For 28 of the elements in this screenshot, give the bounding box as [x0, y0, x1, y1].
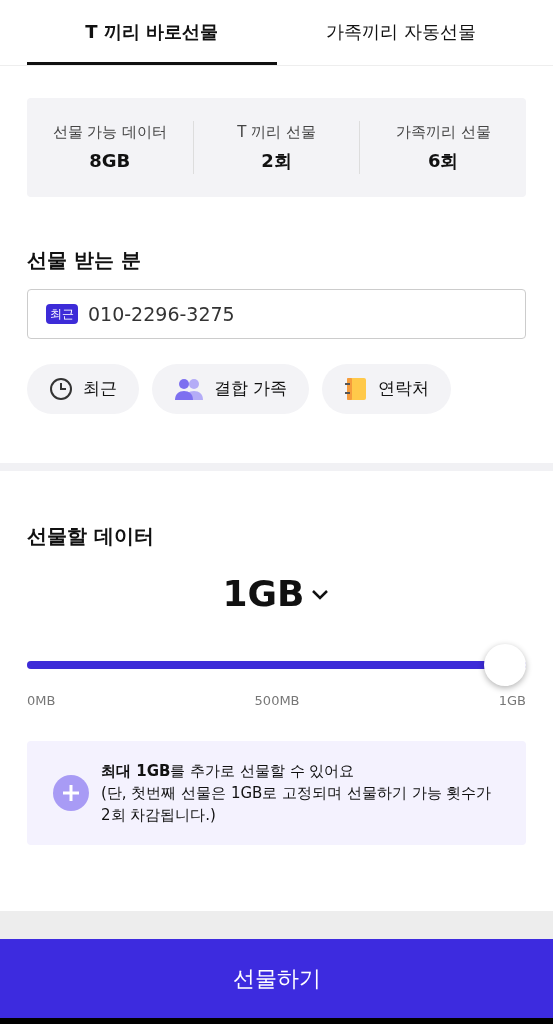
- quick-select-button[interactable]: 결합 가족: [152, 364, 310, 414]
- address-book-icon: [344, 377, 369, 401]
- section-title: 선물할 데이터: [27, 523, 155, 550]
- phone-field[interactable]: 최근 010-2296-3275: [27, 289, 526, 339]
- stat-label: 가족끼리 선물: [395, 121, 491, 143]
- recent-badge: 최근: [46, 304, 78, 324]
- tab[interactable]: 가족끼리 자동선물: [276, 0, 526, 65]
- amount-dropdown[interactable]: 1GB: [222, 567, 331, 621]
- people-icon: [174, 378, 204, 400]
- stat-label: 선물 가능 데이터: [52, 121, 168, 143]
- quick-select-button[interactable]: 최근: [27, 364, 139, 414]
- info-text: (단, 첫번째 선물은 1GB로 고정되며 선물하기 가능 횟수가 2회 차감됩니다.): [101, 782, 493, 826]
- stat-value: 6회: [427, 149, 459, 174]
- slider-tick-label: 500MB: [254, 692, 300, 710]
- quick-select-button[interactable]: 연락처: [322, 364, 452, 414]
- tab[interactable]: T 끼리 바로선물: [27, 0, 277, 65]
- gift-button[interactable]: 선물하기: [0, 939, 553, 1018]
- stat-label: T 끼리 선물: [237, 121, 316, 143]
- stat-value: 8GB: [89, 149, 131, 174]
- plus-icon: [53, 774, 89, 811]
- phone-number: 010-2296-3275: [88, 301, 235, 327]
- slider-tick-label: 1GB: [498, 692, 526, 710]
- clock-icon: [49, 377, 73, 401]
- stat-value: 2회: [261, 149, 292, 174]
- section-title: 선물 받는 분: [27, 247, 142, 274]
- info-text: 최대 1GB를 추가로 선물할 수 있어요: [101, 760, 356, 782]
- slider-thumb[interactable]: [484, 644, 526, 686]
- slider-tick-label: 0MB: [27, 692, 56, 710]
